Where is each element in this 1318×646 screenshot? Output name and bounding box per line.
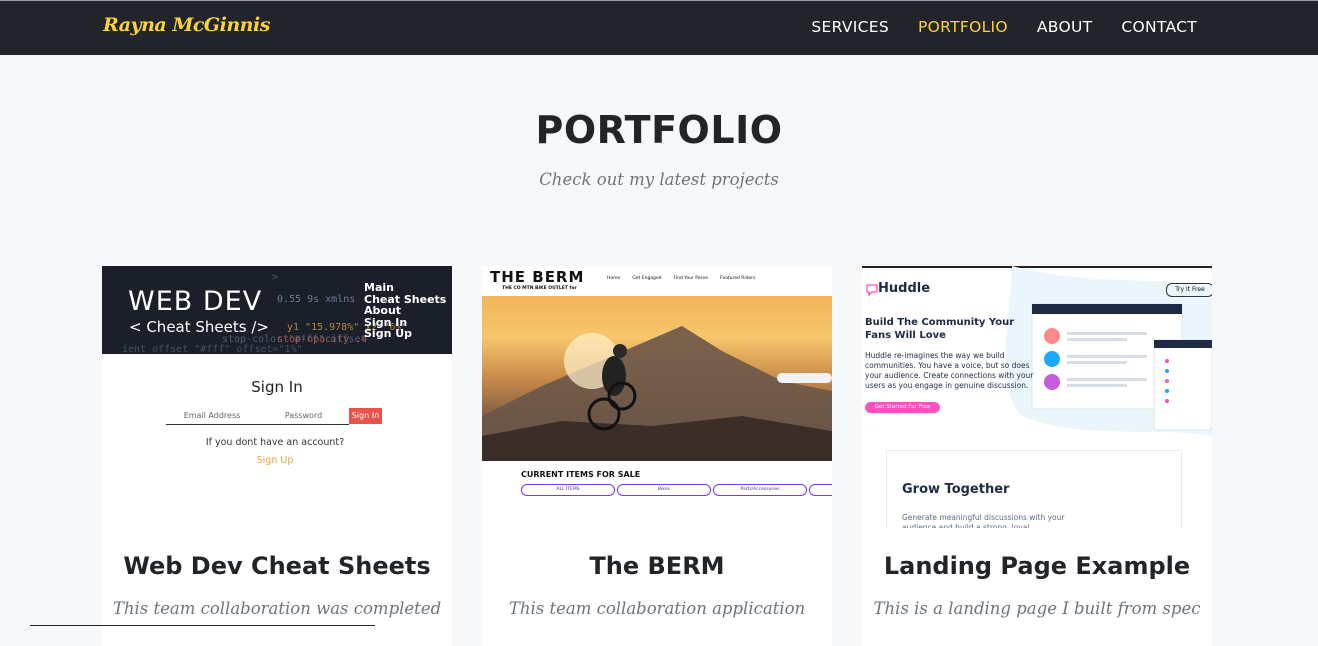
berm-link: Featured Riders: [720, 276, 756, 281]
nav-menu: SERVICES PORTFOLIO ABOUT CONTACT: [811, 18, 1197, 36]
web-dev-menu-item: Main: [364, 281, 394, 294]
project-card-berm[interactable]: THE BERM THE CO MTN BIKE OUTLET for Home…: [482, 266, 832, 646]
nav-link-portfolio[interactable]: PORTFOLIO: [918, 18, 1008, 36]
project-thumbnail[interactable]: Huddle Try It Free Build The Community Y…: [862, 266, 1212, 528]
huddle-section-title: Grow Together: [902, 482, 1010, 497]
huddle-section-body: Generate meaningful discussions with you…: [902, 513, 1065, 528]
web-dev-menu: Main Cheat Sheets About Sign In Sign Up: [364, 282, 446, 340]
huddle-body: Huddle re-imagines the way we build comm…: [865, 351, 1034, 390]
web-dev-title: WEB DEV: [128, 286, 263, 317]
berm-tagline: THE CO MTN BIKE OUTLET for: [502, 286, 577, 291]
project-card-landing[interactable]: Huddle Try It Free Build The Community Y…: [862, 266, 1212, 646]
section-title: PORTFOLIO: [535, 108, 783, 152]
brand-logo[interactable]: Rayna McGinnis: [103, 14, 270, 36]
huddle-cta-button: Get Started For Free: [865, 402, 940, 413]
nav-link-about[interactable]: ABOUT: [1037, 18, 1092, 36]
signin-heading: Sign In: [251, 378, 303, 396]
project-description: This team collaboration application: [508, 599, 806, 618]
web-dev-menu-item: About: [364, 304, 402, 317]
web-dev-banner: > 0.55 9s xmlns stop-color "#fff" offset…: [102, 266, 452, 354]
berm-links: Home Get Engaged Find Your Posse Feature…: [607, 276, 756, 281]
email-field: Email Address: [166, 408, 258, 425]
project-card-web-dev[interactable]: > 0.55 9s xmlns stop-color "#fff" offset…: [102, 266, 452, 646]
nav-link-services[interactable]: SERVICES: [811, 18, 889, 36]
signin-button: Sign In: [349, 408, 382, 424]
password-field: Password: [258, 408, 349, 425]
huddle-headline: Build The Community Your Fans Will Love: [865, 317, 1015, 341]
project-title[interactable]: The BERM: [482, 552, 832, 580]
berm-navbar: THE BERM THE CO MTN BIKE OUTLET for Home…: [482, 266, 832, 296]
mountain-biker-photo: [482, 296, 832, 461]
project-thumbnail[interactable]: THE BERM THE CO MTN BIKE OUTLET for Home…: [482, 266, 832, 528]
no-account-text: If you dont have an account?: [205, 437, 345, 448]
berm-section-title: CURRENT ITEMS FOR SALE: [521, 470, 641, 479]
berm-link: Find Your Posse: [673, 276, 708, 281]
project-description: This is a landing page I built from spec: [873, 599, 1201, 618]
mountain-scene-icon: [482, 326, 832, 461]
project-title[interactable]: Web Dev Cheat Sheets: [102, 552, 452, 580]
berm-filter-pill: ALL ITEMS: [521, 484, 615, 496]
web-dev-subtitle: < Cheat Sheets />: [129, 318, 269, 336]
web-dev-menu-item: Sign Up: [364, 327, 413, 340]
project-thumbnail[interactable]: > 0.55 9s xmlns stop-color "#fff" offset…: [102, 266, 452, 528]
berm-filter-pill: Bikes: [617, 484, 711, 496]
berm-link: Get Engaged: [632, 276, 662, 281]
berm-link: Home: [607, 276, 621, 281]
berm-filter-pill: [809, 484, 832, 496]
huddle-logo: Huddle: [878, 281, 931, 296]
huddle-try-button: Try It Free: [1166, 283, 1212, 297]
berm-filter-pill: Parts/Accessories: [713, 484, 807, 496]
divider: [30, 625, 375, 626]
section-subtitle: Check out my latest projects: [539, 170, 779, 189]
top-navbar: Rayna McGinnis SERVICES PORTFOLIO ABOUT …: [0, 0, 1318, 55]
signup-link: Sign Up: [256, 455, 294, 466]
project-title[interactable]: Landing Page Example: [862, 552, 1212, 580]
nav-link-contact[interactable]: CONTACT: [1121, 18, 1197, 36]
berm-logo: THE BERM: [490, 268, 585, 286]
project-description: This team collaboration was completed: [112, 599, 442, 618]
